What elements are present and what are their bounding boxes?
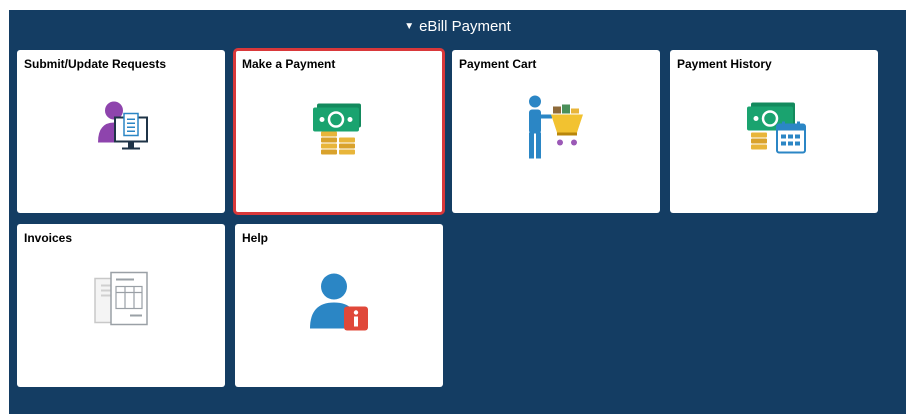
documents-icon: [89, 269, 153, 340]
user-document-monitor-icon: [90, 97, 152, 164]
tile-submit-update-requests[interactable]: Submit/Update Requests: [17, 50, 225, 213]
tile-make-a-payment[interactable]: Make a Payment: [233, 48, 445, 215]
tile-invoices[interactable]: Invoices: [17, 224, 225, 387]
tile-title: Payment History: [677, 57, 772, 71]
shopping-cart-person-icon: [521, 93, 591, 168]
section-title: eBill Payment: [419, 17, 511, 35]
money-calendar-icon: [741, 95, 807, 166]
caret-down-icon: ▼: [404, 20, 415, 32]
user-info-icon: [306, 269, 372, 340]
tile-title: Invoices: [24, 231, 73, 245]
tile-payment-cart[interactable]: Payment Cart: [452, 50, 660, 213]
tile-title: Help: [242, 231, 269, 245]
money-coins-icon: [307, 96, 371, 165]
tile-title: Payment Cart: [459, 57, 537, 71]
tile-help[interactable]: Help: [235, 224, 443, 387]
section-header[interactable]: ▼ eBill Payment: [9, 10, 906, 42]
tile-title: Submit/Update Requests: [24, 57, 167, 71]
ebill-payment-panel: ▼ eBill Payment Submit/Update Requests M…: [9, 10, 906, 414]
tile-payment-history[interactable]: Payment History: [670, 50, 878, 213]
tile-title: Make a Payment: [242, 57, 336, 71]
